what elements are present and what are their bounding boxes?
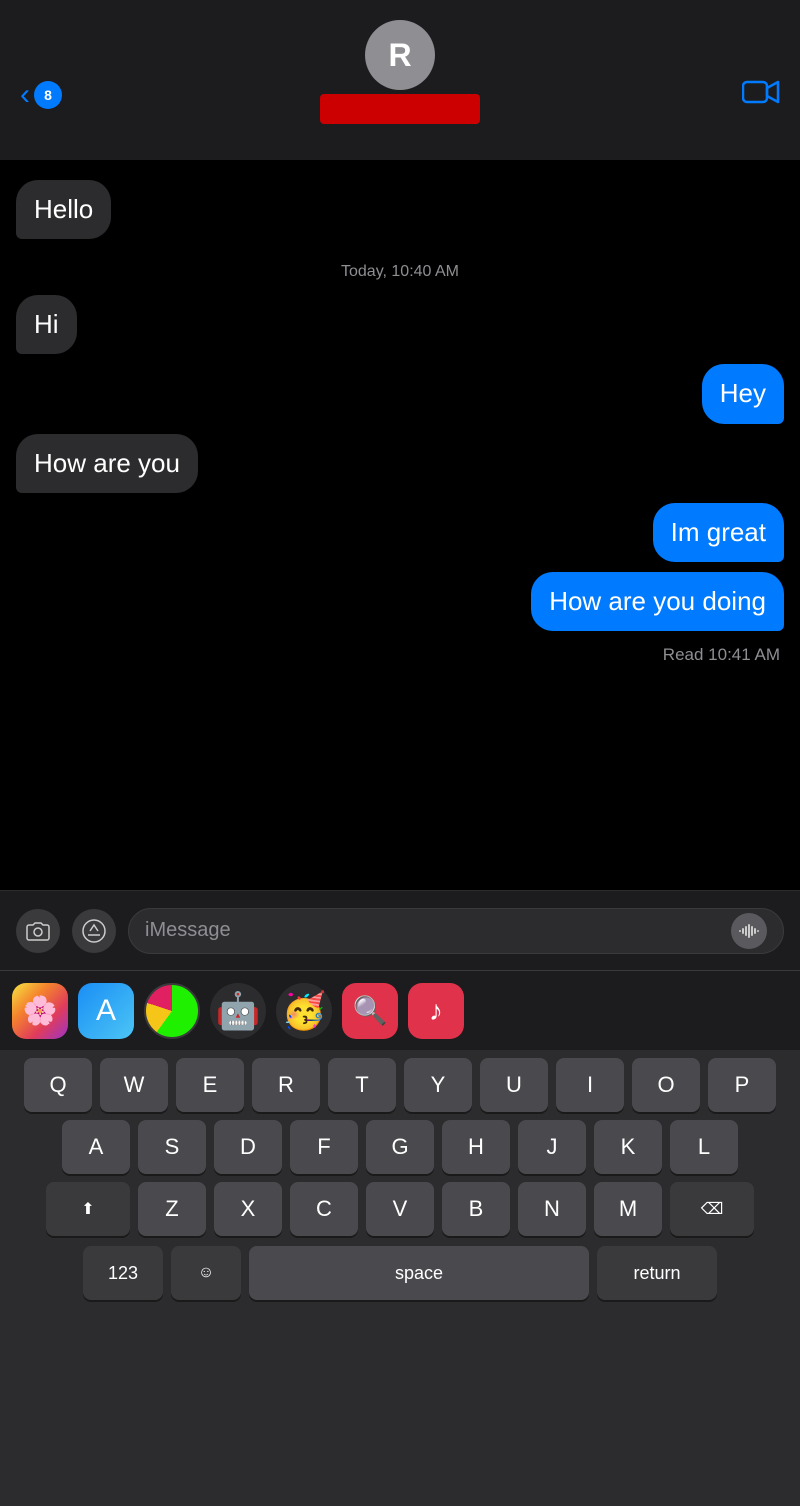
bubble-received-5: How are you	[16, 434, 198, 493]
key-s[interactable]: S	[138, 1120, 206, 1174]
search-tray-icon: 🔍	[353, 994, 388, 1027]
return-key[interactable]: return	[597, 1246, 717, 1300]
key-q[interactable]: Q	[24, 1058, 92, 1112]
bubble-sent-7: How are you doing	[531, 572, 784, 631]
read-receipt: Read 10:41 AM	[16, 645, 784, 665]
key-d[interactable]: D	[214, 1120, 282, 1174]
key-t[interactable]: T	[328, 1058, 396, 1112]
keyboard-row-2: A S D F G H J K L	[0, 1112, 800, 1174]
numbers-key[interactable]: 123	[83, 1246, 163, 1300]
tray-music-button[interactable]: ♪	[408, 983, 464, 1039]
tray-search-button[interactable]: 🔍	[342, 983, 398, 1039]
music-tray-icon: ♪	[429, 995, 443, 1027]
key-j[interactable]: J	[518, 1120, 586, 1174]
key-g[interactable]: G	[366, 1120, 434, 1174]
back-button[interactable]: ‹ 8	[20, 78, 62, 112]
key-a[interactable]: A	[62, 1120, 130, 1174]
tray-photos-button[interactable]: 🌸	[12, 983, 68, 1039]
app-tray: 🌸 A 🤖 🥳 🔍 ♪	[0, 970, 800, 1050]
video-icon	[742, 78, 780, 106]
appstore-icon	[81, 918, 107, 944]
bubble-sent-6: Im great	[653, 503, 784, 562]
memoji1-icon: 🤖	[216, 990, 261, 1032]
key-h[interactable]: H	[442, 1120, 510, 1174]
emoji-key[interactable]: ☺	[171, 1246, 241, 1300]
space-key[interactable]: space	[249, 1246, 589, 1300]
camera-icon	[26, 921, 50, 941]
key-m[interactable]: M	[594, 1182, 662, 1236]
header: ‹ 8 R	[0, 0, 800, 160]
message-row-5: How are you	[16, 434, 784, 493]
tray-memoji2-button[interactable]: 🥳	[276, 983, 332, 1039]
backspace-key[interactable]: ⌫	[670, 1182, 754, 1236]
key-c[interactable]: C	[290, 1182, 358, 1236]
video-call-button[interactable]	[742, 78, 780, 113]
key-f[interactable]: F	[290, 1120, 358, 1174]
contact-info[interactable]: R	[320, 20, 480, 124]
memoji2-icon: 🥳	[282, 990, 327, 1032]
key-r[interactable]: R	[252, 1058, 320, 1112]
key-b[interactable]: B	[442, 1182, 510, 1236]
input-bar: iMessage	[0, 890, 800, 970]
bubble-received-1: Hello	[16, 180, 111, 239]
key-w[interactable]: W	[100, 1058, 168, 1112]
tray-appstore-button[interactable]: A	[78, 983, 134, 1039]
bubble-received-3: Hi	[16, 295, 77, 354]
message-row-6: Im great	[16, 503, 784, 562]
key-o[interactable]: O	[632, 1058, 700, 1112]
shift-key[interactable]: ⬆	[46, 1182, 130, 1236]
key-y[interactable]: Y	[404, 1058, 472, 1112]
key-i[interactable]: I	[556, 1058, 624, 1112]
key-v[interactable]: V	[366, 1182, 434, 1236]
waveform-icon	[739, 923, 759, 939]
key-u[interactable]: U	[480, 1058, 548, 1112]
photos-icon: 🌸	[23, 994, 58, 1027]
key-e[interactable]: E	[176, 1058, 244, 1112]
bubble-sent-4: Hey	[702, 364, 784, 423]
message-placeholder: iMessage	[145, 919, 231, 942]
keyboard: Q W E R T Y U I O P A S D F G H J K L ⬆ …	[0, 1050, 800, 1506]
chat-area: Hello Today, 10:40 AM Hi Hey How are you…	[0, 160, 800, 890]
keyboard-row-3: ⬆ Z X C V B N M ⌫	[0, 1174, 800, 1236]
key-k[interactable]: K	[594, 1120, 662, 1174]
keyboard-row-1: Q W E R T Y U I O P	[0, 1050, 800, 1112]
key-z[interactable]: Z	[138, 1182, 206, 1236]
audio-input-button[interactable]	[731, 913, 767, 949]
key-l[interactable]: L	[670, 1120, 738, 1174]
timestamp-1: Today, 10:40 AM	[16, 263, 784, 281]
back-badge: 8	[34, 81, 62, 109]
tray-memoji1-button[interactable]: 🤖	[210, 983, 266, 1039]
avatar: R	[365, 20, 435, 90]
contact-name-bar	[320, 94, 480, 124]
message-row-7: How are you doing	[16, 572, 784, 631]
back-chevron-icon: ‹	[20, 78, 30, 112]
key-x[interactable]: X	[214, 1182, 282, 1236]
message-row-3: Hi	[16, 295, 784, 354]
message-row-4: Hey	[16, 364, 784, 423]
tray-fitness-button[interactable]	[144, 983, 200, 1039]
keyboard-bottom-row: 123 ☺ space return	[0, 1236, 800, 1310]
appstore-tray-icon: A	[96, 994, 116, 1028]
appstore-button[interactable]	[72, 909, 116, 953]
key-p[interactable]: P	[708, 1058, 776, 1112]
message-row-1: Hello	[16, 180, 784, 239]
key-n[interactable]: N	[518, 1182, 586, 1236]
camera-button[interactable]	[16, 909, 60, 953]
message-input[interactable]: iMessage	[128, 908, 784, 954]
